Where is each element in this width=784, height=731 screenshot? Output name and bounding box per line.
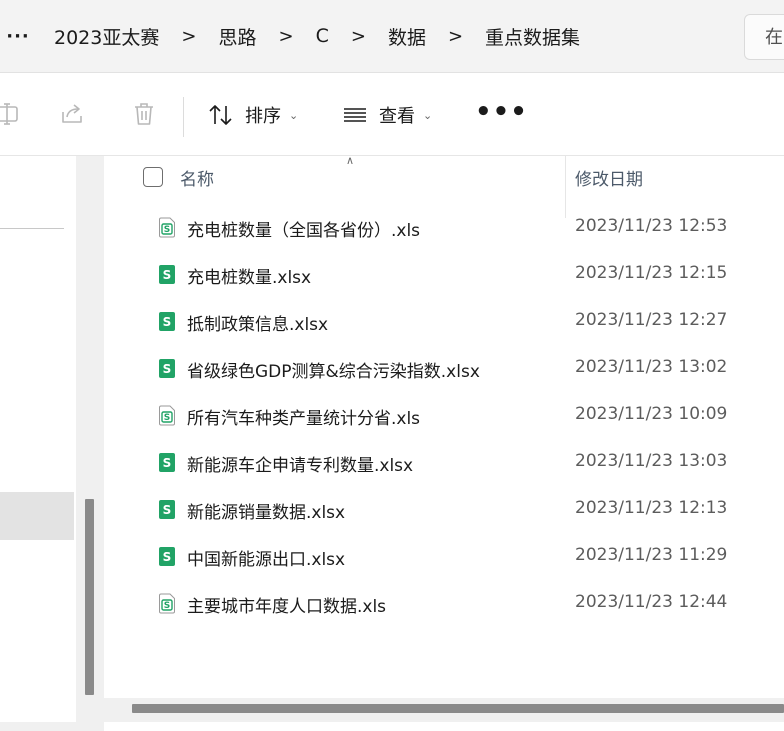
svg-text:S: S (163, 268, 172, 282)
file-date-modified: 2023/11/23 12:53 (575, 216, 728, 236)
xlsx-file-icon: S (159, 265, 175, 284)
toolbar-divider (183, 97, 184, 137)
more-options-button[interactable]: ••• (475, 95, 528, 135)
file-date-modified: 2023/11/23 13:02 (575, 357, 728, 377)
xlsx-file-icon: S (159, 500, 175, 519)
column-header-name[interactable]: 名称 (180, 165, 214, 190)
nav-divider (0, 228, 64, 229)
breadcrumb-item-2023[interactable]: 2023亚太赛 (48, 23, 165, 50)
breadcrumb: ··· > 2023亚太赛 > 思路 > C > 数据 > 重点数据集 (0, 0, 735, 72)
file-row[interactable]: S 充电桩数量.xlsx 2023/11/23 12:15 (104, 252, 784, 298)
navigation-pane (0, 156, 104, 731)
breadcrumb-separator-icon[interactable]: > (262, 26, 309, 47)
sort-icon (209, 105, 232, 125)
file-row[interactable]: S 充电桩数量（全国各省份）.xls 2023/11/23 12:53 (104, 205, 784, 251)
svg-text:S: S (163, 315, 172, 329)
breadcrumb-separator-icon[interactable]: > (432, 26, 479, 47)
column-header-date-modified[interactable]: 修改日期 (575, 165, 643, 190)
file-date-modified: 2023/11/23 11:29 (575, 545, 728, 565)
file-date-modified: 2023/11/23 12:27 (575, 310, 728, 330)
file-name: 新能源车企申请专利数量.xlsx (187, 456, 414, 476)
address-bar: ··· > 2023亚太赛 > 思路 > C > 数据 > 重点数据集 (0, 0, 784, 73)
svg-text:S: S (164, 225, 170, 235)
file-name: 抵制政策信息.xlsx (187, 315, 329, 335)
xlsx-file-icon: S (159, 359, 175, 378)
file-name: 省级绿色GDP测算&综合污染指数.xlsx (187, 362, 480, 382)
search-input[interactable] (745, 15, 784, 59)
rename-icon[interactable] (0, 101, 20, 127)
view-button[interactable]: 查看 ⌄ (342, 95, 432, 135)
file-name: 中国新能源出口.xlsx (187, 550, 346, 570)
file-name: 充电桩数量（全国各省份）.xls (187, 221, 421, 241)
xlsx-file-icon: S (159, 453, 175, 472)
list-bottom-edge (104, 722, 784, 731)
breadcrumb-separator-icon[interactable]: > (335, 26, 382, 47)
breadcrumb-item-shuju[interactable]: 数据 (382, 23, 432, 50)
share-icon[interactable] (59, 101, 85, 127)
file-date-modified: 2023/11/23 10:09 (575, 404, 728, 424)
delete-icon[interactable] (131, 101, 157, 127)
xls-file-icon: S (159, 405, 175, 426)
view-label: 查看 (379, 106, 415, 127)
chevron-down-icon: ⌄ (289, 108, 299, 122)
search-box[interactable] (744, 14, 784, 60)
file-date-modified: 2023/11/23 12:15 (575, 263, 728, 283)
xlsx-file-icon: S (159, 312, 175, 331)
file-date-modified: 2023/11/23 13:03 (575, 451, 728, 471)
file-name: 主要城市年度人口数据.xls (187, 597, 387, 617)
file-row[interactable]: S 新能源车企申请专利数量.xlsx 2023/11/23 13:03 (104, 440, 784, 486)
column-header-row: ∧ 名称 修改日期 (104, 154, 784, 218)
breadcrumb-item-current[interactable]: 重点数据集 (479, 23, 586, 50)
sort-label: 排序 (245, 106, 281, 127)
file-name: 所有汽车种类产量统计分省.xls (187, 409, 421, 429)
select-all-checkbox[interactable] (143, 167, 163, 187)
file-date-modified: 2023/11/23 12:44 (575, 592, 728, 612)
horizontal-scrollbar-thumb[interactable] (132, 704, 784, 713)
svg-text:S: S (163, 503, 172, 517)
xls-file-icon: S (159, 217, 175, 238)
breadcrumb-separator-icon[interactable]: > (165, 26, 212, 47)
sort-button[interactable]: 排序 ⌄ (207, 95, 298, 135)
svg-text:S: S (163, 456, 172, 470)
file-row[interactable]: S 省级绿色GDP测算&综合污染指数.xlsx 2023/11/23 13:02 (104, 346, 784, 392)
file-row[interactable]: S 新能源销量数据.xlsx 2023/11/23 12:13 (104, 487, 784, 533)
chevron-down-icon: ⌄ (423, 108, 433, 122)
view-icon (344, 108, 366, 122)
svg-text:S: S (163, 550, 172, 564)
breadcrumb-overflow-button[interactable]: ··· (2, 26, 34, 47)
breadcrumb-item-silu[interactable]: 思路 (212, 23, 262, 50)
file-name: 充电桩数量.xlsx (187, 268, 312, 288)
nav-item-selected[interactable] (0, 492, 74, 540)
command-bar: 排序 ⌄ 查看 ⌄ ••• (0, 73, 784, 156)
file-row[interactable]: S 所有汽车种类产量统计分省.xls 2023/11/23 10:09 (104, 393, 784, 439)
nav-scrollbar-thumb[interactable] (85, 499, 94, 695)
file-list: ∧ 名称 修改日期 S 充电桩数量（全国各省份）.xls 2023/11/23 12… (104, 154, 784, 731)
file-row[interactable]: S 抵制政策信息.xlsx 2023/11/23 12:27 (104, 299, 784, 345)
file-row[interactable]: S 中国新能源出口.xlsx 2023/11/23 11:29 (104, 534, 784, 580)
file-name: 新能源销量数据.xlsx (187, 503, 346, 523)
nav-bottom-edge (0, 722, 104, 731)
xls-file-icon: S (159, 593, 175, 614)
svg-text:S: S (164, 413, 170, 423)
sort-ascending-icon: ∧ (346, 154, 355, 167)
xlsx-file-icon: S (159, 547, 175, 566)
file-date-modified: 2023/11/23 12:13 (575, 498, 728, 518)
svg-text:S: S (164, 601, 170, 611)
breadcrumb-item-c[interactable]: C (310, 25, 335, 47)
file-row[interactable]: S 主要城市年度人口数据.xls 2023/11/23 12:44 (104, 581, 784, 627)
svg-text:S: S (163, 362, 172, 376)
